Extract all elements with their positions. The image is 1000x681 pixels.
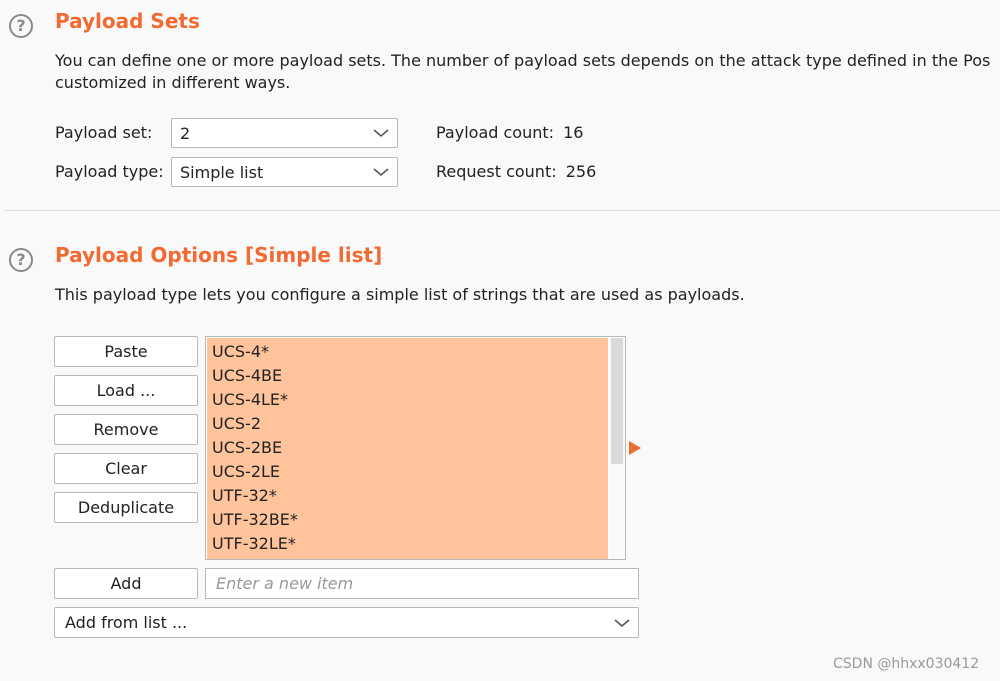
list-item[interactable]: UCS-4LE*: [207, 388, 608, 412]
payload-count-label: Payload count:: [436, 123, 555, 142]
clear-button[interactable]: Clear: [54, 453, 198, 484]
request-count: Request count: 256: [436, 162, 596, 181]
watermark: CSDN @hhxx030412: [833, 656, 980, 672]
request-count-value: 256: [565, 162, 597, 181]
list-item[interactable]: UTF-32BE*: [207, 508, 608, 532]
add-button[interactable]: Add: [54, 568, 198, 599]
payload-set-dropdown[interactable]: 2: [171, 118, 398, 148]
payload-list[interactable]: UCS-4* UCS-4BE UCS-4LE* UCS-2 UCS-2BE UCS-2LE…: [205, 336, 626, 560]
chevron-down-icon: [373, 129, 389, 138]
section-divider: [4, 210, 1000, 211]
payload-type-dropdown[interactable]: Simple list: [171, 157, 398, 187]
list-item[interactable]: UTF-32*: [207, 484, 608, 508]
expand-arrow-icon[interactable]: [629, 441, 641, 455]
description-line-1: You can define one or more payload sets.…: [55, 51, 991, 70]
help-icon[interactable]: ?: [9, 248, 33, 272]
payload-type-value: Simple list: [180, 162, 264, 182]
description-line-2: customized in different ways.: [55, 73, 291, 92]
help-icon[interactable]: ?: [9, 14, 33, 38]
list-item[interactable]: UCS-4*: [207, 340, 608, 364]
payload-sets-title: Payload Sets: [55, 9, 200, 33]
new-item-input[interactable]: [205, 568, 639, 599]
list-item[interactable]: UCS-2BE: [207, 436, 608, 460]
payload-type-label: Payload type:: [55, 162, 164, 181]
remove-button[interactable]: Remove: [54, 414, 198, 445]
chevron-down-icon: [373, 168, 389, 177]
request-count-label: Request count:: [436, 162, 557, 181]
list-item[interactable]: UCS-4BE: [207, 364, 608, 388]
payload-count-value: 16: [563, 123, 584, 142]
add-from-list-dropdown[interactable]: Add from list ...: [54, 607, 639, 638]
list-item[interactable]: UCS-2: [207, 412, 608, 436]
load-button[interactable]: Load ...: [54, 375, 198, 406]
payload-set-value: 2: [180, 123, 191, 143]
payload-sets-description: You can define one or more payload sets.…: [55, 50, 1000, 94]
deduplicate-button[interactable]: Deduplicate: [54, 492, 198, 523]
add-from-list-value: Add from list ...: [65, 613, 188, 632]
payload-options-title: Payload Options [Simple list]: [55, 243, 383, 267]
list-item[interactable]: UCS-2LE: [207, 460, 608, 484]
chevron-down-icon: [614, 618, 630, 627]
vertical-scrollbar[interactable]: [609, 338, 625, 559]
payload-count: Payload count: 16: [436, 123, 583, 142]
paste-button[interactable]: Paste: [54, 336, 198, 367]
payload-set-label: Payload set:: [55, 123, 153, 142]
list-item[interactable]: UTF-32LE*: [207, 532, 608, 556]
payload-options-description: This payload type lets you configure a s…: [55, 285, 745, 304]
scrollbar-thumb[interactable]: [611, 338, 623, 464]
payload-list-items: UCS-4* UCS-4BE UCS-4LE* UCS-2 UCS-2BE UCS-2LE…: [207, 338, 608, 559]
